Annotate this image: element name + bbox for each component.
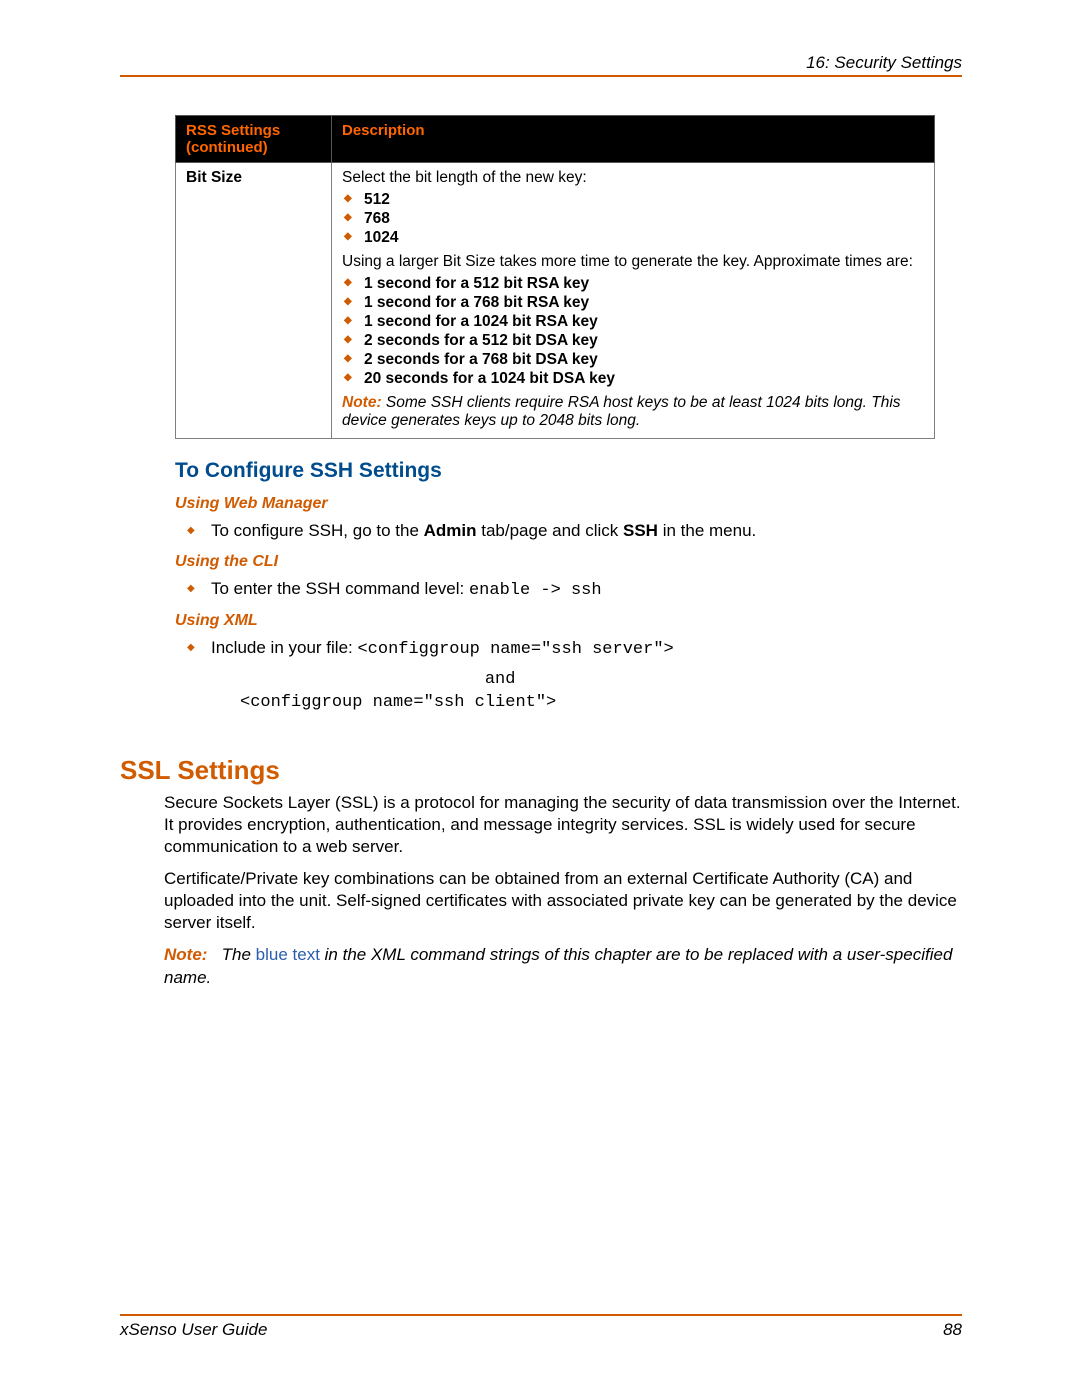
list-item: 20 seconds for a 1024 bit DSA key bbox=[364, 370, 924, 388]
list-item: Include in your file: <configgroup name=… bbox=[211, 638, 962, 659]
main-content: RSS Settings (continued) Description Bit… bbox=[120, 77, 962, 989]
ssl-settings-heading: SSL Settings bbox=[120, 755, 962, 786]
ssh-word: SSH bbox=[623, 521, 658, 540]
page-content: 16: Security Settings RSS Settings (cont… bbox=[120, 53, 962, 989]
cli-command: enable -> ssh bbox=[469, 581, 602, 600]
note-label: Note: bbox=[342, 394, 382, 411]
list-item: 1024 bbox=[364, 229, 924, 247]
note-text: Some SSH clients require RSA host keys t… bbox=[342, 394, 901, 429]
larger-text: Using a larger Bit Size takes more time … bbox=[342, 253, 924, 271]
using-cli-heading: Using the CLI bbox=[175, 553, 962, 571]
list-item: 1 second for a 768 bit RSA key bbox=[364, 294, 924, 312]
list-item: 2 seconds for a 768 bit DSA key bbox=[364, 351, 924, 369]
blue-text: blue text bbox=[256, 945, 320, 964]
ssl-paragraph-2: Certificate/Private key combinations can… bbox=[164, 868, 962, 934]
admin-word: Admin bbox=[424, 521, 477, 540]
xml-text: Include in your file: bbox=[211, 638, 357, 657]
using-web-manager-heading: Using Web Manager bbox=[175, 495, 962, 513]
text: To configure SSH, go to the bbox=[211, 521, 424, 540]
list-item: 2 seconds for a 512 bit DSA key bbox=[364, 332, 924, 350]
ssl-paragraph-1: Secure Sockets Layer (SSL) is a protocol… bbox=[164, 792, 962, 858]
list-item: 768 bbox=[364, 210, 924, 228]
cli-list: To enter the SSH command level: enable -… bbox=[175, 579, 962, 600]
page-footer: xSenso User Guide 88 bbox=[120, 1314, 962, 1340]
configure-ssh-heading: To Configure SSH Settings bbox=[175, 459, 962, 483]
times-list: 1 second for a 512 bit RSA key 1 second … bbox=[342, 275, 924, 388]
cli-text: To enter the SSH command level: bbox=[211, 579, 469, 598]
footer-page-number: 88 bbox=[943, 1320, 962, 1340]
using-xml-heading: Using XML bbox=[175, 612, 962, 630]
settings-table: RSS Settings (continued) Description Bit… bbox=[175, 115, 935, 439]
running-header: 16: Security Settings bbox=[120, 53, 962, 73]
bitsize-list: 512 768 1024 bbox=[342, 191, 924, 247]
table-row: Bit Size Select the bit length of the ne… bbox=[176, 163, 935, 439]
row-label-bitsize: Bit Size bbox=[176, 163, 332, 439]
list-item: To configure SSH, go to the Admin tab/pa… bbox=[211, 521, 962, 541]
list-item: 512 bbox=[364, 191, 924, 209]
select-text: Select the bit length of the new key: bbox=[342, 169, 924, 187]
xml-code-2: <configgroup name="ssh client"> bbox=[240, 693, 556, 712]
list-item: 1 second for a 1024 bit RSA key bbox=[364, 313, 924, 331]
text: in the menu. bbox=[658, 521, 756, 540]
footer-rule bbox=[120, 1314, 962, 1316]
text: tab/page and click bbox=[477, 521, 623, 540]
note-pre: The bbox=[222, 945, 256, 964]
xml-list: Include in your file: <configgroup name=… bbox=[175, 638, 962, 659]
xml-code-block: and <configgroup name="ssh client"> bbox=[240, 669, 962, 715]
table-header-description: Description bbox=[332, 116, 935, 163]
ssl-note: Note: The blue text in the XML command s… bbox=[164, 944, 962, 988]
xml-code-1: <configgroup name="ssh server"> bbox=[357, 640, 673, 659]
list-item: To enter the SSH command level: enable -… bbox=[211, 579, 962, 600]
footer-guide-title: xSenso User Guide bbox=[120, 1320, 267, 1340]
table-header-settings: RSS Settings (continued) bbox=[176, 116, 332, 163]
webmgr-list: To configure SSH, go to the Admin tab/pa… bbox=[175, 521, 962, 541]
xml-and: and bbox=[240, 670, 515, 689]
note-label: Note: bbox=[164, 945, 207, 964]
row-description: Select the bit length of the new key: 51… bbox=[332, 163, 935, 439]
table-note: Note: Some SSH clients require RSA host … bbox=[342, 394, 924, 430]
list-item: 1 second for a 512 bit RSA key bbox=[364, 275, 924, 293]
